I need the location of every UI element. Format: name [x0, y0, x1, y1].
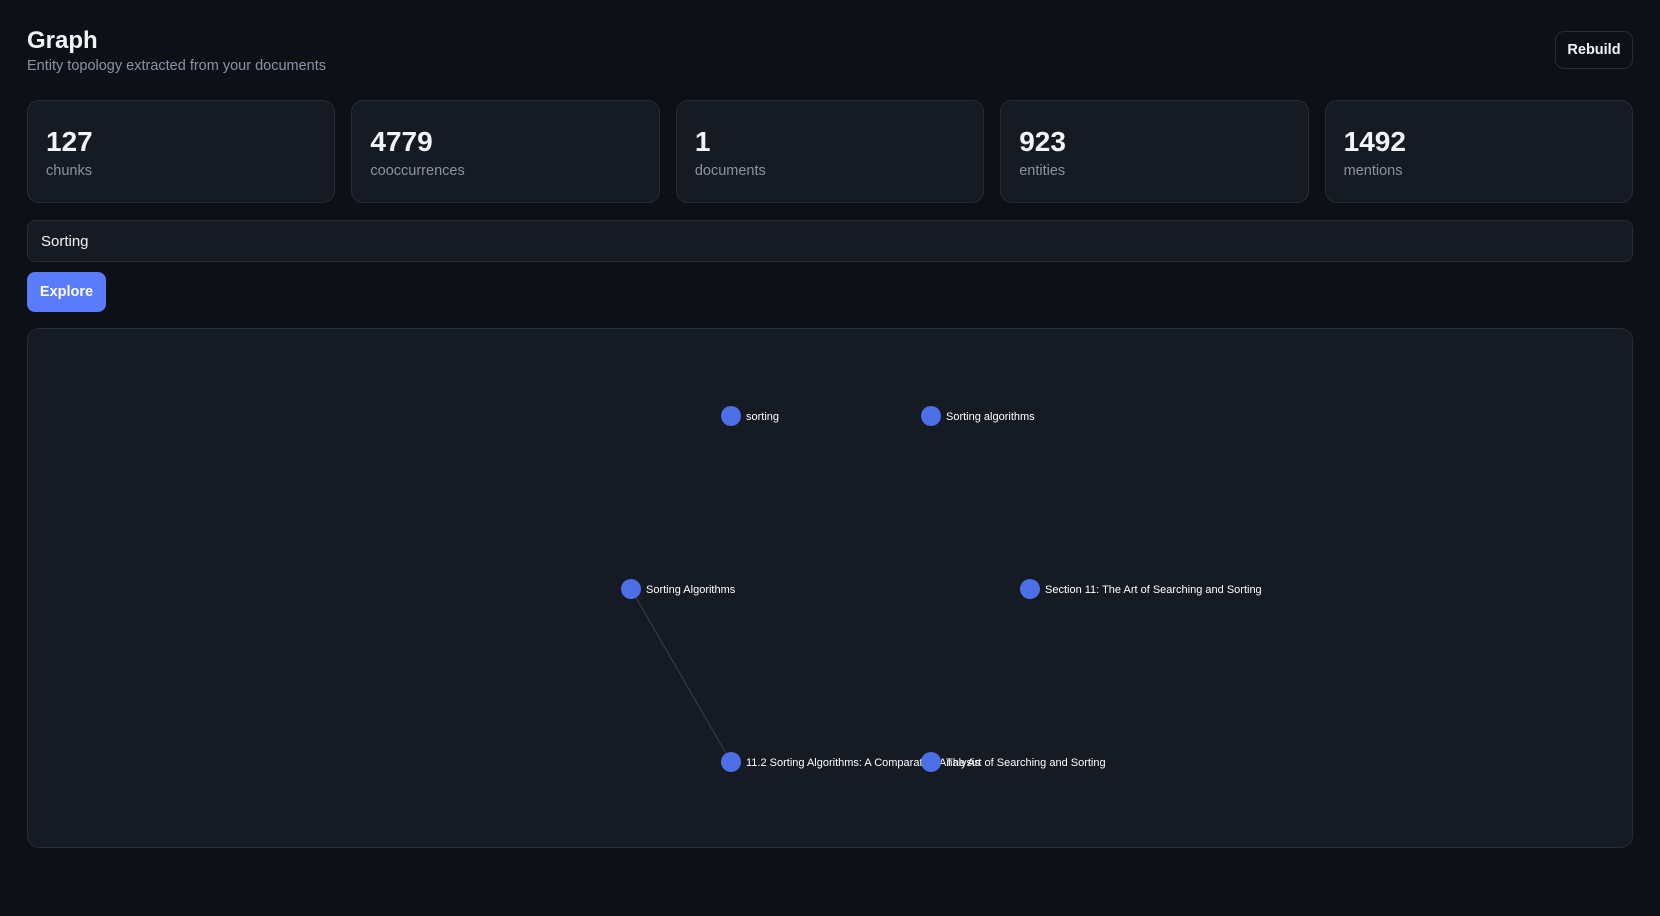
stat-value: 1492: [1343, 126, 1406, 157]
graph-node[interactable]: 11.2 Sorting Algorithms: A Comparative A…: [721, 752, 980, 772]
stat-card-entities: 923 entities: [1000, 100, 1309, 203]
graph-canvas[interactable]: sorting Sorting algorithms Sorting Algorit…: [27, 328, 1633, 848]
graph-svg[interactable]: sorting Sorting algorithms Sorting Algorit…: [28, 329, 1632, 847]
page-title: Graph: [27, 27, 98, 54]
stat-card-documents: 1 documents: [675, 100, 985, 203]
page-subtitle: Entity topology extracted from your docu…: [27, 58, 327, 74]
graph-node-label: Sorting Algorithms: [646, 584, 736, 596]
graph-node[interactable]: Section 11: The Art of Searching and Sor…: [1020, 579, 1262, 599]
graph-node-label: sorting: [746, 411, 779, 423]
entity-search-input[interactable]: [27, 220, 1633, 262]
graph-node-circle[interactable]: [921, 752, 941, 772]
graph-node[interactable]: Sorting algorithms: [921, 406, 1035, 426]
graph-node-label: The Art of Searching and Sorting: [946, 757, 1106, 769]
graph-node[interactable]: The Art of Searching and Sorting: [921, 752, 1106, 772]
graph-node-circle[interactable]: [721, 406, 741, 426]
stat-card-mentions: 1492 mentions: [1324, 100, 1634, 203]
graph-node-circle[interactable]: [721, 752, 741, 772]
explore-button[interactable]: Explore: [27, 272, 106, 312]
stat-label: entities: [1019, 163, 1066, 179]
page-header: Graph Entity topology extracted from you…: [27, 26, 326, 74]
graph-edges: [630, 588, 732, 763]
graph-node-circle[interactable]: [1020, 579, 1040, 599]
stats-row: 127 chunks 4779 cooccurrences 1 document…: [27, 100, 1634, 203]
stat-label: chunks: [46, 163, 92, 179]
stat-value: 923: [1019, 126, 1066, 157]
graph-node-circle[interactable]: [921, 406, 941, 426]
graph-nodes: sorting Sorting algorithms Sorting Algorit…: [621, 406, 1262, 772]
graph-edge: [630, 588, 732, 763]
stat-card-chunks: 127 chunks: [27, 100, 336, 203]
stat-label: mentions: [1343, 163, 1403, 179]
graph-node-label: Sorting algorithms: [946, 411, 1035, 423]
stat-label: cooccurrences: [370, 163, 465, 179]
stat-card-cooccurrences: 4779 cooccurrences: [351, 100, 660, 203]
graph-node[interactable]: Sorting Algorithms: [621, 579, 736, 599]
rebuild-button[interactable]: Rebuild: [1555, 31, 1633, 69]
stat-label: documents: [694, 163, 766, 179]
graph-node-label: Section 11: The Art of Searching and Sor…: [1045, 584, 1262, 596]
stat-value: 1: [694, 126, 711, 157]
stat-value: 4779: [370, 126, 433, 157]
stat-value: 127: [46, 126, 93, 157]
graph-node[interactable]: sorting: [721, 406, 779, 426]
graph-node-circle[interactable]: [621, 579, 641, 599]
